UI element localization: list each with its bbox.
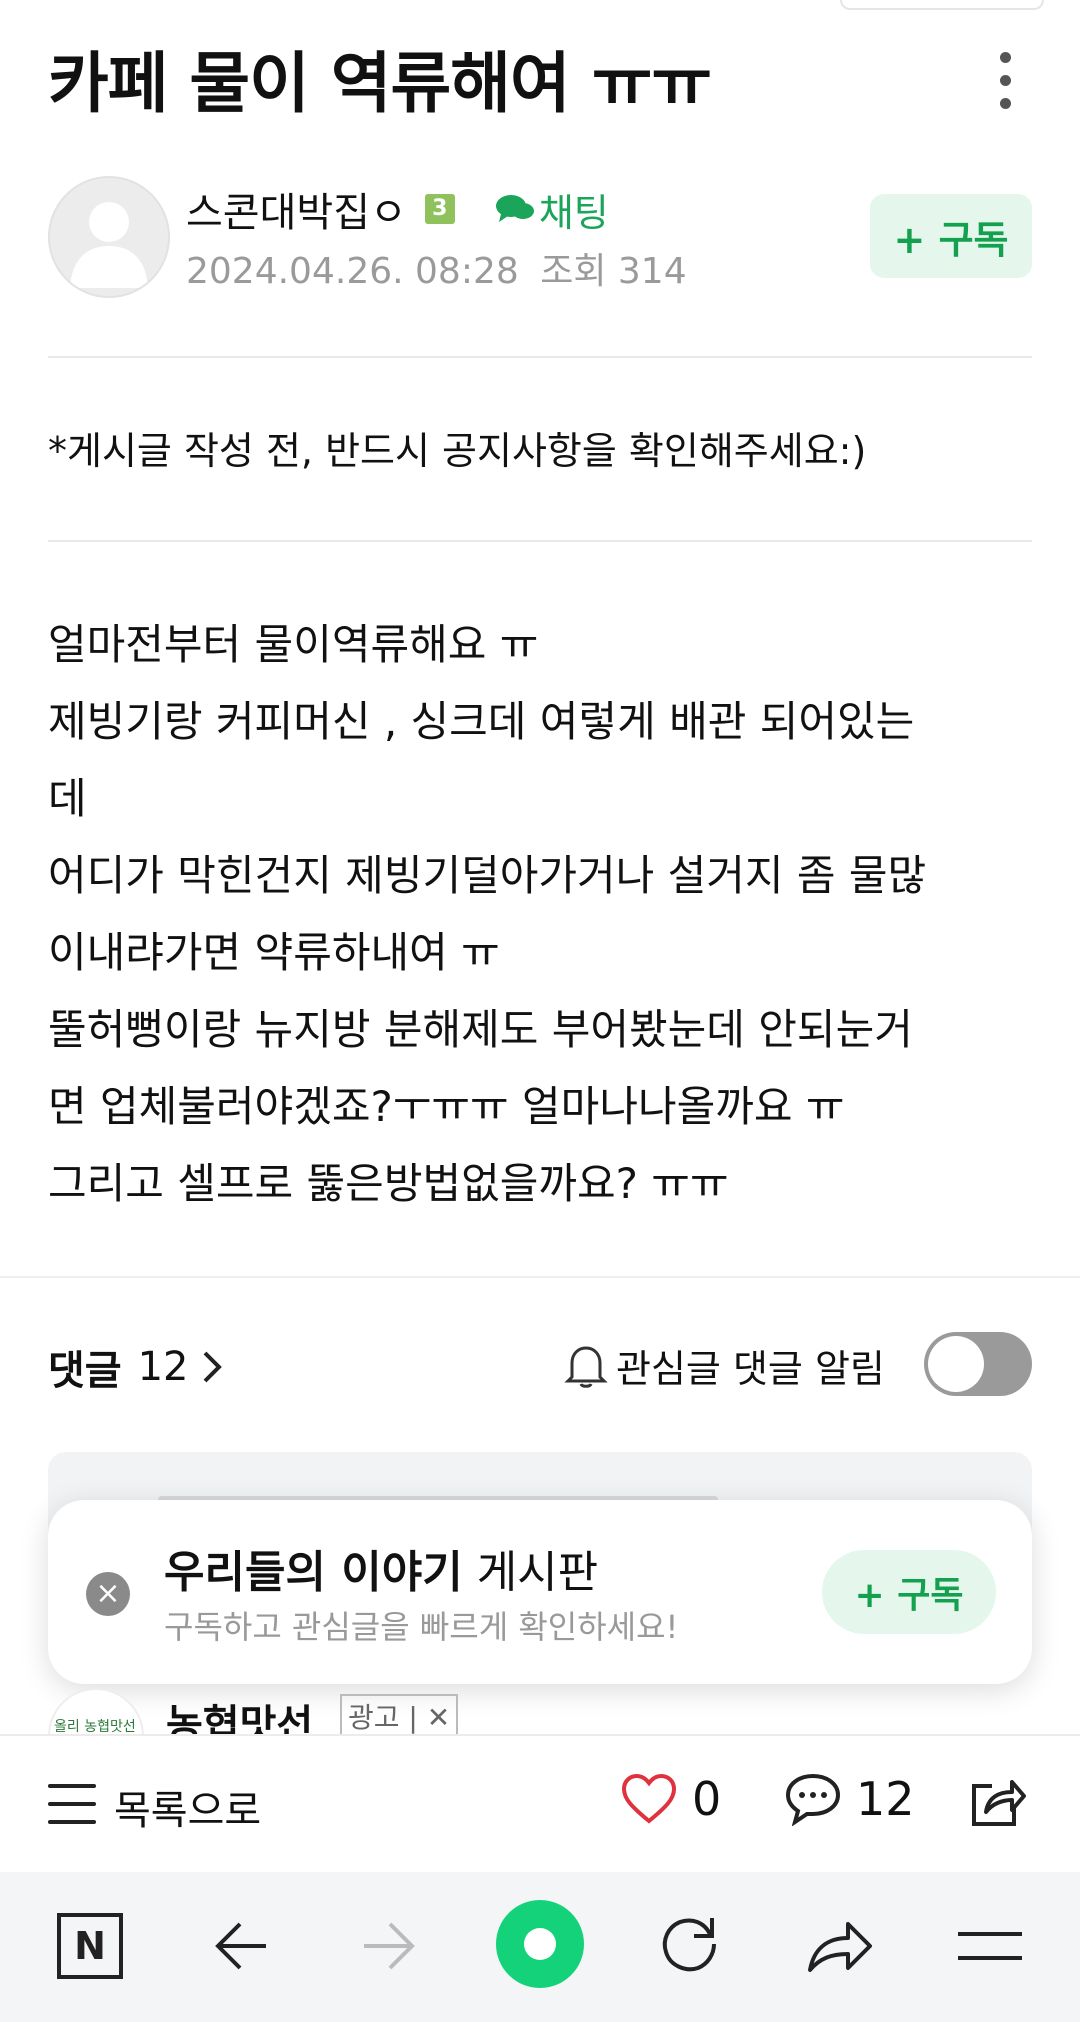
share-icon	[972, 1780, 1026, 1826]
heart-icon	[621, 1773, 677, 1824]
board-subscribe-popup: × 우리들의 이야기 게시판 구독하고 관심글을 빠르게 확인하세요! + 구독	[48, 1500, 1032, 1684]
chevron-right-icon	[203, 1351, 222, 1383]
comments-header[interactable]: 댓글 12	[48, 1338, 225, 1396]
naver-home-icon[interactable]: N	[56, 1912, 124, 1984]
share-arrow-icon[interactable]	[804, 1916, 874, 1980]
author-name[interactable]: 스콘대박집ㅇ	[186, 180, 407, 238]
back-to-list-button[interactable]: 목록으로	[114, 1778, 261, 1836]
body-line: 얼마전부터 물이역류해요 ㅠ	[48, 620, 539, 669]
popup-subtitle: 구독하고 관심글을 빠르게 확인하세요!	[164, 1608, 679, 1646]
post-action-bar: 목록으로 0 12	[0, 1734, 1080, 1872]
browser-toolbar: N	[0, 1872, 1080, 2022]
naver-home-label: N	[74, 1924, 106, 1968]
comments-count: 12	[137, 1344, 189, 1390]
ad-row[interactable]: 올리 농협맛선 농협맛선 광고 | ✕	[48, 1688, 1032, 1734]
chat-link[interactable]: 채팅	[495, 182, 609, 237]
comments-label: 댓글	[48, 1348, 122, 1394]
like-button[interactable]: 0	[620, 1772, 721, 1826]
close-icon[interactable]: ×	[86, 1572, 130, 1616]
subscribe-board-button[interactable]: + 구독	[822, 1550, 996, 1634]
body-line: 이내랴가면 약류하내여 ㅠ	[48, 928, 500, 977]
list-menu-icon[interactable]	[48, 1784, 96, 1838]
ad-logo: 올리 농협맛선	[48, 1688, 144, 1734]
chat-icon	[495, 195, 534, 222]
subscribe-author-button[interactable]: + 구독	[870, 194, 1032, 278]
toggle-knob	[928, 1336, 984, 1392]
share-button[interactable]	[968, 1774, 1028, 1834]
menu-icon[interactable]	[956, 1928, 1024, 1968]
post-title: 카페 물이 역류해여 ㅠㅠ	[48, 45, 712, 122]
board-name: 우리들의 이야기	[164, 1547, 463, 1598]
body-line: 어디가 막힌건지 제빙기덜아가거나 설거지 좀 물많	[48, 851, 927, 900]
refresh-icon[interactable]	[656, 1912, 722, 1982]
alarm-toggle[interactable]	[924, 1332, 1032, 1396]
back-arrow-icon[interactable]	[210, 1918, 270, 1978]
more-options-icon[interactable]	[1000, 52, 1014, 121]
body-line: 그리고 셀프로 뚫은방법없을까요? ㅠㅠ	[48, 1159, 729, 1208]
body-line: 뚤허뻥이랑 뉴지방 분해제도 부어봤눈데 안되눈거	[48, 1005, 913, 1054]
chat-label: 채팅	[538, 190, 609, 235]
top-handle	[840, 0, 1044, 10]
level-badge: 3	[424, 194, 455, 224]
board-suffix: 게시판	[476, 1547, 599, 1598]
comment-alarm: 관심글 댓글 알림	[564, 1338, 885, 1393]
comment-button[interactable]: 12	[784, 1772, 915, 1826]
default-avatar-icon	[70, 202, 148, 288]
green-dot-button[interactable]	[496, 1900, 584, 1988]
post-meta: 2024.04.26. 08:28 조회 314	[186, 242, 687, 294]
post-body: 얼마전부터 물이역류해요 ㅠ 제빙기랑 커피머신 , 싱크데 여렇게 배관 되어있…	[48, 606, 1038, 1222]
ad-name: 농협맛선	[166, 1702, 314, 1734]
divider	[48, 540, 1032, 542]
section-separator	[0, 1276, 1080, 1278]
comment-bubble-icon	[785, 1773, 841, 1826]
forward-arrow-icon[interactable]	[360, 1918, 420, 1978]
post-views: 조회 314	[540, 251, 687, 292]
post-date: 2024.04.26. 08:28	[186, 251, 519, 292]
like-count: 0	[692, 1772, 722, 1826]
body-line: 면 업체불러야겠죠?ㅜㅠㅠ 얼마나나올까요 ㅠ	[48, 1082, 845, 1131]
bell-icon	[564, 1345, 608, 1388]
alarm-label: 관심글 댓글 알림	[616, 1347, 885, 1391]
divider	[48, 356, 1032, 358]
body-line: 제빙기랑 커피머신 , 싱크데 여렇게 배관 되어있는	[48, 697, 915, 746]
ad-logo-text: 올리 농협맛선	[54, 1719, 136, 1734]
comment-count: 12	[856, 1772, 915, 1826]
ad-badge[interactable]: 광고 | ✕	[340, 1694, 459, 1734]
author-row: 스콘대박집ㅇ 3 채팅	[186, 180, 609, 238]
avatar[interactable]	[48, 176, 170, 298]
notice-text: *게시글 작성 전, 반드시 공지사항을 확인해주세요:)	[48, 429, 867, 473]
popup-title: 우리들의 이야기 게시판	[164, 1536, 598, 1600]
body-line: 데	[48, 774, 87, 823]
